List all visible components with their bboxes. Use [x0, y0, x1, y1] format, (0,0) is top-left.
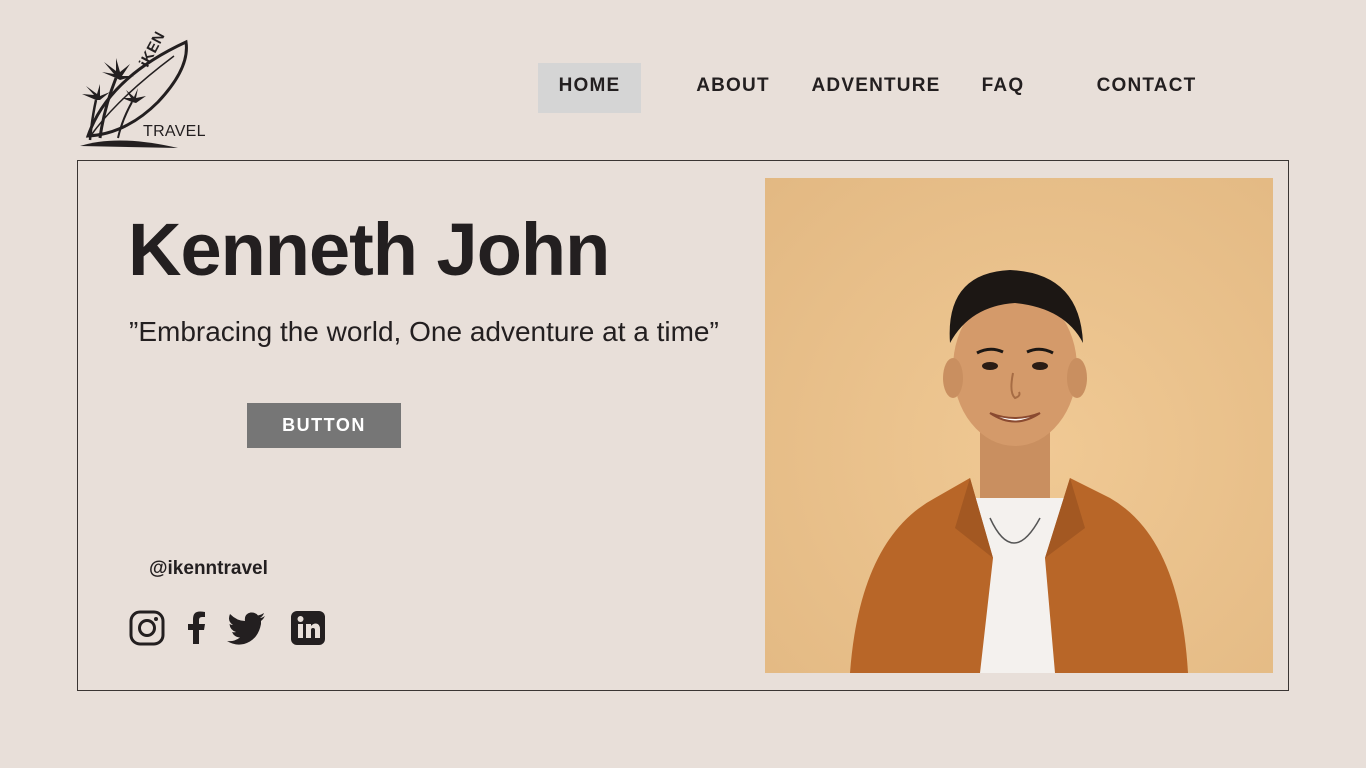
nav-item-contact[interactable]: CONTACT: [1090, 63, 1203, 113]
nav-item-adventure[interactable]: ADVENTURE: [808, 63, 944, 113]
nav-item-about[interactable]: ABOUT: [692, 63, 774, 113]
social-handle: @ikenntravel: [149, 558, 268, 579]
nav-item-faq[interactable]: FAQ: [978, 63, 1028, 113]
cta-button[interactable]: BUTTON: [247, 403, 401, 448]
site-logo[interactable]: iKEN TRAVEL: [78, 29, 218, 150]
facebook-icon[interactable]: [185, 610, 207, 651]
hero-quote: ”Embracing the world, One adventure at a…: [129, 316, 719, 347]
logo-travel-text: TRAVEL: [143, 123, 206, 140]
portrait-photo: [765, 178, 1273, 673]
nav-item-home[interactable]: HOME: [538, 63, 641, 113]
instagram-icon[interactable]: [129, 610, 165, 651]
hero-name: Kenneth John: [128, 208, 610, 291]
hero-card: Kenneth John ”Embracing the world, One a…: [77, 160, 1289, 691]
linkedin-icon[interactable]: [290, 610, 326, 651]
twitter-icon[interactable]: [227, 610, 267, 651]
